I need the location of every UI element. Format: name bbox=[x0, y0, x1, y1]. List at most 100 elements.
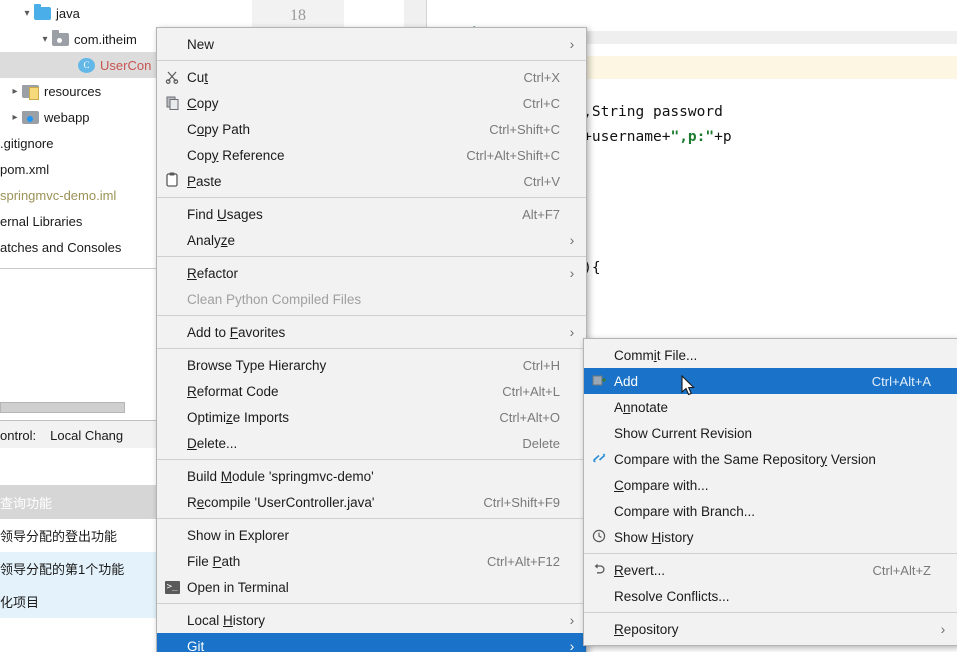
tree-item-webapp[interactable]: ▸ webapp bbox=[0, 104, 158, 130]
menu-item-icon-slot bbox=[157, 319, 187, 345]
tree-item-atches-and-consoles[interactable]: atches and Consoles bbox=[0, 234, 158, 260]
paste-icon bbox=[165, 172, 179, 190]
menu-item-icon-slot bbox=[157, 607, 187, 633]
menu-item-shortcut: Ctrl+V bbox=[523, 173, 560, 189]
menu-item-icon-slot bbox=[584, 342, 614, 368]
tree-item-usercon[interactable]: ▸C UserCon bbox=[0, 52, 158, 78]
menu-item-show-in-explorer[interactable]: Show in Explorer bbox=[157, 522, 586, 548]
menu-item-browse-type-hierarchy[interactable]: Browse Type Hierarchy Ctrl+H bbox=[157, 352, 586, 378]
menu-item-icon-slot bbox=[584, 420, 614, 446]
menu-separator bbox=[157, 315, 586, 316]
menu-item-label: Open in Terminal bbox=[187, 579, 289, 595]
tree-item-pom-xml[interactable]: pom.xml bbox=[0, 156, 158, 182]
menu-item-add[interactable]: Add Ctrl+Alt+A bbox=[584, 368, 957, 394]
commit-log-list[interactable]: 查询功能领导分配的登出功能领导分配的第1个功能 化项目 bbox=[0, 448, 158, 652]
chevron-down-icon[interactable]: ▾ bbox=[20, 8, 34, 19]
menu-item-compare-with-the-same-repository-version[interactable]: Compare with the Same Repository Version bbox=[584, 446, 957, 472]
menu-item-label: Commit File... bbox=[614, 347, 698, 363]
tree-item-springmvc-demo-iml[interactable]: springmvc-demo.iml bbox=[0, 182, 158, 208]
commit-message: 领导分配的第1个功能 bbox=[0, 562, 125, 577]
menu-separator bbox=[584, 612, 957, 613]
menu-item-build-module-springmvc-demo[interactable]: Build Module 'springmvc-demo' bbox=[157, 463, 586, 489]
commit-message: 化项目 bbox=[0, 595, 40, 610]
menu-item-find-usages[interactable]: Find Usages Alt+F7 bbox=[157, 201, 586, 227]
menu-item-resolve-conflicts[interactable]: Resolve Conflicts... bbox=[584, 583, 957, 609]
list-item[interactable]: 领导分配的登出功能 bbox=[0, 519, 158, 552]
tree-item-resources[interactable]: ▸ resources bbox=[0, 78, 158, 104]
menu-item-label: Paste bbox=[187, 173, 222, 189]
project-tree[interactable]: ▾java▾com.itheim▸CUserCon▸resources▸weba… bbox=[0, 0, 158, 268]
list-item[interactable]: 查询功能 bbox=[0, 486, 158, 519]
menu-item-label: Delete... bbox=[187, 435, 238, 451]
menu-item-reformat-code[interactable]: Reformat Code Ctrl+Alt+L bbox=[157, 378, 586, 404]
tree-item-label: webapp bbox=[44, 109, 90, 125]
menu-item-shortcut: Ctrl+Alt+F12 bbox=[487, 553, 560, 569]
menu-item-copy-reference[interactable]: Copy Reference Ctrl+Alt+Shift+C bbox=[157, 142, 586, 168]
chevron-placeholder-icon: ▸ bbox=[64, 60, 78, 71]
menu-separator bbox=[157, 256, 586, 257]
menu-item-optimize-imports[interactable]: Optimize Imports Ctrl+Alt+O bbox=[157, 404, 586, 430]
menu-item-label: Compare with Branch... bbox=[614, 503, 756, 519]
menu-item-show-history[interactable]: Show History bbox=[584, 524, 957, 550]
revert-icon bbox=[592, 562, 606, 579]
clock-icon bbox=[592, 529, 606, 546]
menu-separator bbox=[157, 518, 586, 519]
menu-item-commit-file[interactable]: Commit File... bbox=[584, 342, 957, 368]
menu-item-revert[interactable]: Revert... Ctrl+Alt+Z bbox=[584, 557, 957, 583]
menu-item-label: Clean Python Compiled Files bbox=[187, 291, 362, 307]
menu-item-icon-slot bbox=[584, 446, 614, 472]
menu-item-label: Revert... bbox=[614, 562, 666, 578]
menu-item-annotate[interactable]: Annotate bbox=[584, 394, 957, 420]
menu-item-copy-path[interactable]: Copy Path Ctrl+Shift+C bbox=[157, 116, 586, 142]
menu-item-recompile-usercontroller-java[interactable]: Recompile 'UserController.java' Ctrl+Shif… bbox=[157, 489, 586, 515]
menu-item-git[interactable]: Git › bbox=[157, 633, 586, 652]
menu-item-delete[interactable]: Delete... Delete bbox=[157, 430, 586, 456]
tree-item-java[interactable]: ▾ java bbox=[0, 0, 158, 26]
commit-message: 查询功能 bbox=[0, 496, 53, 511]
menu-item-shortcut: Ctrl+Alt+A bbox=[871, 373, 931, 389]
chevron-right-icon: › bbox=[569, 36, 575, 52]
menu-separator bbox=[157, 60, 586, 61]
tree-item-ernal-libraries[interactable]: ernal Libraries bbox=[0, 208, 158, 234]
menu-item-file-path[interactable]: File Path Ctrl+Alt+F12 bbox=[157, 548, 586, 574]
menu-item-new[interactable]: New › bbox=[157, 31, 586, 57]
version-control-bar[interactable]: ontrol: Local Chang bbox=[0, 420, 158, 450]
version-control-label: ontrol: bbox=[0, 427, 37, 443]
menu-item-copy[interactable]: Copy Ctrl+C bbox=[157, 90, 586, 116]
menu-item-analyze[interactable]: Analyze › bbox=[157, 227, 586, 253]
menu-item-icon-slot bbox=[584, 557, 614, 583]
menu-item-shortcut: Ctrl+Shift+F9 bbox=[483, 494, 560, 510]
menu-item-label: Browse Type Hierarchy bbox=[187, 357, 327, 373]
tree-item-label: pom.xml bbox=[0, 161, 50, 177]
menu-item-add-to-favorites[interactable]: Add to Favorites › bbox=[157, 319, 586, 345]
menu-item-icon-slot bbox=[584, 498, 614, 524]
menu-item-compare-with[interactable]: Compare with... bbox=[584, 472, 957, 498]
list-item[interactable]: 化项目 bbox=[0, 585, 158, 618]
menu-item-label: Build Module 'springmvc-demo' bbox=[187, 468, 374, 484]
menu-item-cut[interactable]: Cut Ctrl+X bbox=[157, 64, 586, 90]
menu-item-paste[interactable]: Paste Ctrl+V bbox=[157, 168, 586, 194]
chevron-right-icon[interactable]: ▸ bbox=[8, 112, 22, 123]
menu-item-refactor[interactable]: Refactor › bbox=[157, 260, 586, 286]
menu-separator bbox=[157, 459, 586, 460]
menu-item-compare-with-branch[interactable]: Compare with Branch... bbox=[584, 498, 957, 524]
menu-item-show-current-revision[interactable]: Show Current Revision bbox=[584, 420, 957, 446]
menu-item-local-history[interactable]: Local History › bbox=[157, 607, 586, 633]
menu-item-label: Optimize Imports bbox=[187, 409, 290, 425]
menu-item-label: Copy bbox=[187, 95, 219, 111]
menu-item-open-in-terminal[interactable]: >_ Open in Terminal bbox=[157, 574, 586, 600]
menu-item-icon-slot bbox=[157, 64, 187, 90]
local-changes-tab[interactable]: Local Chang bbox=[36, 428, 123, 443]
chevron-right-icon[interactable]: ▸ bbox=[8, 86, 22, 97]
menu-item-shortcut: Ctrl+C bbox=[522, 95, 560, 111]
context-menu[interactable]: New › Cut Ctrl+X Copy Ctrl+C Copy Path Ctrl+Shi… bbox=[156, 27, 587, 652]
menu-item-icon-slot bbox=[157, 168, 187, 194]
list-item[interactable]: 领导分配的第1个功能 bbox=[0, 552, 158, 585]
horizontal-scrollbar[interactable] bbox=[0, 402, 125, 413]
compare-icon bbox=[592, 451, 606, 468]
tree-item-gitignore[interactable]: .gitignore bbox=[0, 130, 158, 156]
menu-item-repository[interactable]: Repository › bbox=[584, 616, 957, 642]
chevron-down-icon[interactable]: ▾ bbox=[38, 34, 52, 45]
git-submenu[interactable]: Commit File... Add Ctrl+Alt+A Annotate Show … bbox=[583, 338, 957, 646]
tree-item-com-itheim[interactable]: ▾ com.itheim bbox=[0, 26, 158, 52]
